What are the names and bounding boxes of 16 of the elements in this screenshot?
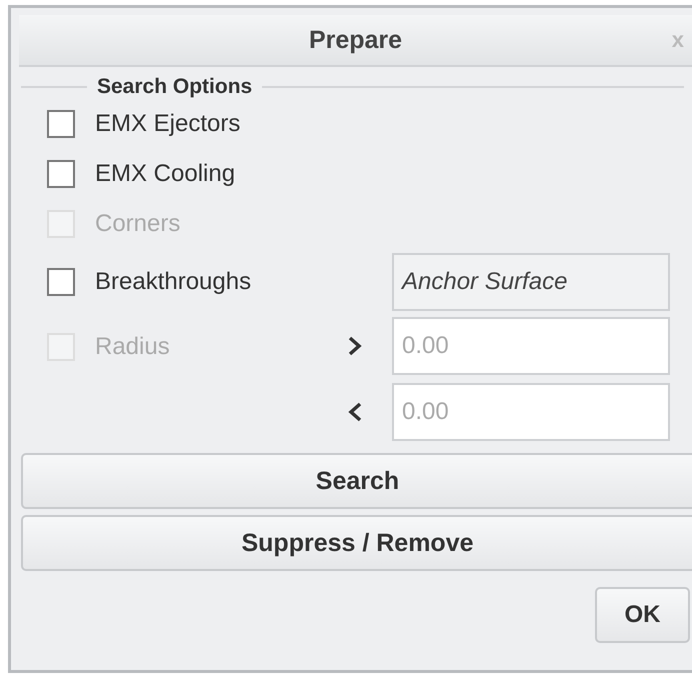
checkbox[interactable] [47,110,75,138]
checkbox-label: EMX Cooling [95,160,236,188]
checkbox[interactable] [47,160,75,188]
checkbox-label: EMX Ejectors [95,110,240,138]
checkbox-label: Breakthroughs [95,268,252,296]
window-title: Prepare [308,26,402,54]
anchor-surface-field[interactable]: Anchor Surface [392,253,670,311]
checkbox[interactable] [47,268,75,296]
checkbox-label: Radius [95,333,170,361]
action-button[interactable]: Suppress / Remove [21,515,692,571]
less-than-icon [348,402,362,422]
action-button[interactable]: Search [21,453,692,509]
ok-button[interactable]: OK [595,587,690,643]
greater-than-icon [348,336,362,356]
group-legend: Search Options [87,75,262,99]
checkbox-label: Corners [95,210,180,238]
